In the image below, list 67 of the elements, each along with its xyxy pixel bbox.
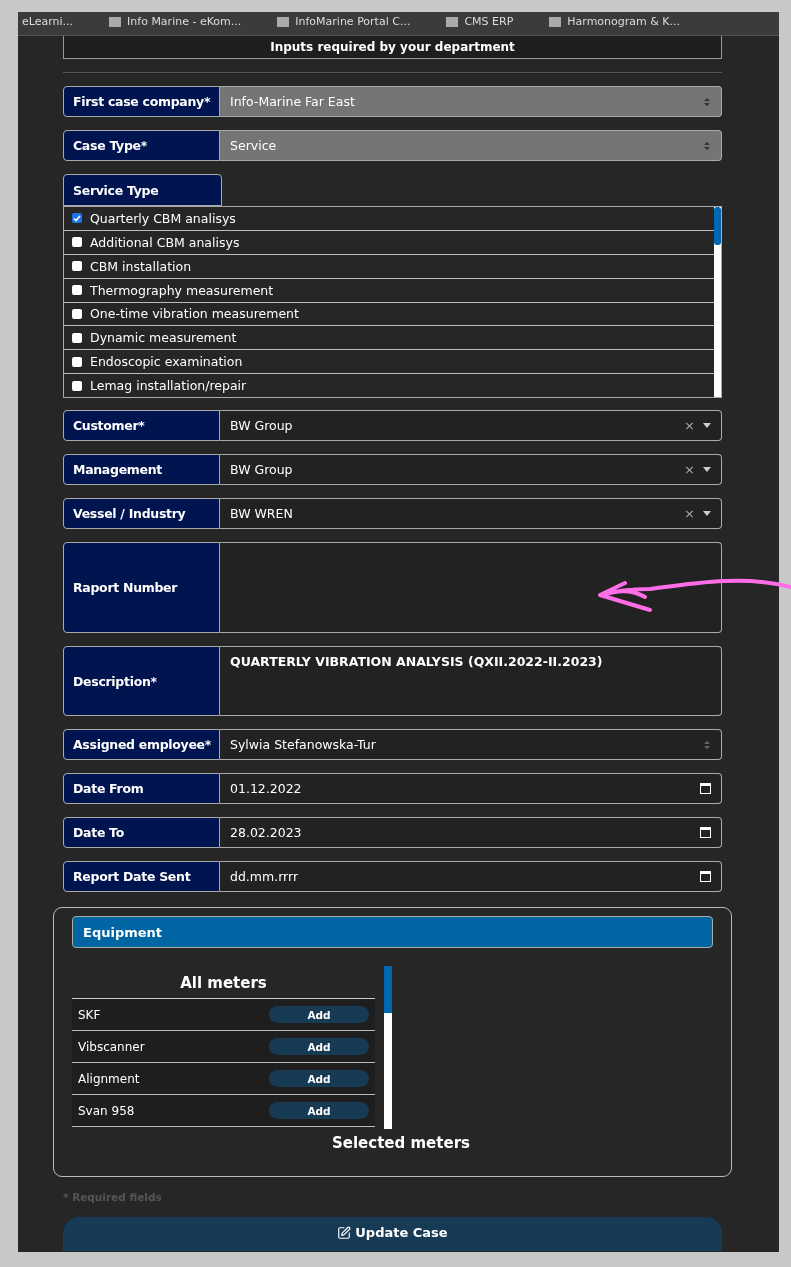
meter-name: Alignment — [78, 1071, 140, 1086]
option-label: Endoscopic examination — [90, 354, 243, 370]
select-field[interactable]: BW Group × — [220, 410, 722, 441]
select-field[interactable]: BW Group × — [220, 454, 722, 485]
field-label: Date To — [63, 817, 220, 848]
field-label: Description* — [63, 646, 220, 716]
option-label: Additional CBM analisys — [90, 234, 240, 250]
checkbox[interactable] — [72, 380, 82, 391]
header-text: Inputs required by your department — [270, 41, 515, 53]
bookmark[interactable]: Harmonogram & K... — [549, 15, 681, 29]
select-field[interactable]: BW WREN × — [220, 498, 722, 529]
field-label: Management — [63, 454, 220, 485]
bookmark[interactable]: Info Marine - eKom... — [109, 15, 242, 29]
meter-name: SKF — [78, 1007, 101, 1022]
checkbox[interactable] — [72, 261, 82, 272]
bookmark[interactable]: InfoMarine Portal C... — [277, 15, 411, 29]
field-label: First case company* — [63, 86, 220, 117]
update-case-button[interactable]: Update Case — [63, 1217, 722, 1251]
checkbox[interactable] — [72, 285, 82, 296]
clear-button[interactable]: × — [684, 462, 695, 477]
option-label: Thermography measurement — [90, 282, 274, 298]
edit-icon — [337, 1225, 352, 1240]
option-label: Lemag installation/repair — [90, 378, 247, 394]
add-button[interactable]: Add — [269, 1070, 369, 1087]
text-area[interactable] — [220, 542, 722, 633]
sort-arrows-icon — [703, 96, 711, 107]
bookmark[interactable]: eLearni... — [22, 15, 74, 29]
bookmark[interactable]: CMS ERP — [446, 15, 514, 29]
caret-icon — [703, 423, 711, 428]
field-label: Customer* — [63, 410, 220, 441]
sort-arrows-icon — [703, 140, 711, 151]
field-label: Case Type* — [63, 130, 220, 161]
section-header: Equipment — [72, 916, 713, 948]
option-label: Dynamic measurement — [90, 330, 237, 346]
add-button[interactable]: Add — [269, 1006, 369, 1023]
add-button[interactable]: Add — [269, 1038, 369, 1055]
date-field[interactable]: dd.mm.rrrr — [220, 861, 722, 892]
checkbox[interactable] — [72, 356, 82, 367]
field-label: Report Date Sent — [63, 861, 220, 892]
clear-button[interactable]: × — [684, 418, 695, 433]
meter-name: Vibscanner — [78, 1039, 145, 1054]
field-label: Raport Number — [63, 542, 220, 633]
checkbox[interactable] — [72, 213, 82, 224]
option-label: Quarterly CBM analisys — [90, 210, 236, 226]
add-button[interactable]: Add — [269, 1102, 369, 1119]
text-area[interactable]: QUARTERLY VIBRATION ANALYSIS (QXII.2022-II.2023) — [220, 646, 722, 716]
field-label: Assigned employee* — [63, 729, 220, 760]
date-field[interactable]: 28.02.2023 — [220, 817, 722, 848]
calendar-icon — [700, 827, 711, 838]
checkbox[interactable] — [72, 237, 82, 248]
field-label: Vessel / Industry — [63, 498, 220, 529]
clear-button[interactable]: × — [684, 506, 695, 521]
column-title: Selected meters — [332, 1134, 470, 1152]
option-label: CBM installation — [90, 258, 192, 274]
sort-arrows-icon — [703, 739, 711, 750]
field-label: Date From — [63, 773, 220, 804]
field-label: Service Type — [63, 174, 222, 206]
checkbox[interactable] — [72, 308, 82, 319]
checkbox[interactable] — [72, 332, 82, 343]
caret-icon — [703, 511, 711, 516]
date-field[interactable]: 01.12.2022 — [220, 773, 722, 804]
select-field[interactable]: Sylwia Stefanowska-Tur — [220, 729, 722, 760]
option-label: One-time vibration measurement — [90, 306, 299, 322]
calendar-icon — [700, 871, 711, 882]
calendar-icon — [700, 783, 711, 794]
caret-icon — [703, 467, 711, 472]
meter-name: Svan 958 — [78, 1103, 135, 1118]
